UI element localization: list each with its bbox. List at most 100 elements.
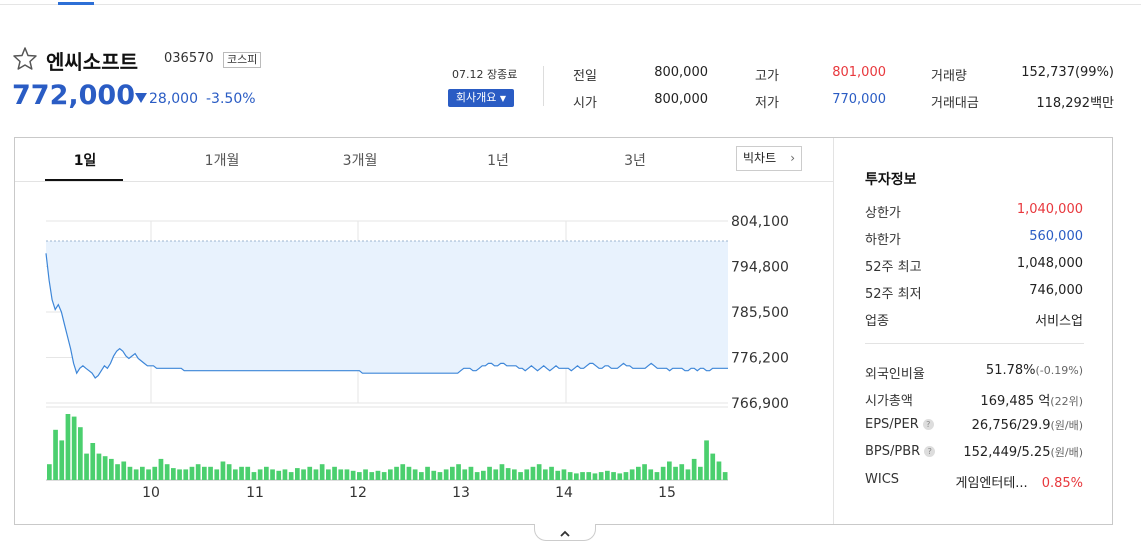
chevron-right-icon: › (790, 151, 795, 165)
tab-1day[interactable]: 1일 (45, 150, 125, 170)
volume-bar (78, 427, 83, 480)
high52-label: 52주 최고 (865, 260, 922, 275)
volume-bar (47, 464, 52, 480)
volume-bar (574, 473, 579, 480)
volume-bar (437, 472, 443, 480)
invest-info-title: 투자정보 (865, 172, 917, 188)
bps-pbr-value: 152,449/5.25(원/배) (963, 444, 1083, 460)
volume-bar (90, 443, 96, 480)
volume-bar (586, 472, 592, 480)
volume-bar (629, 469, 635, 480)
volume-bar (673, 466, 678, 480)
help-icon[interactable]: ? (924, 446, 936, 457)
upper-limit-label: 상한가 (865, 206, 901, 221)
volume-bar (245, 466, 251, 480)
wics-sector[interactable]: 게임엔터테... (955, 476, 1027, 491)
volume-bar (115, 464, 120, 480)
volume-bar (239, 466, 244, 480)
y-tick-label: 794,800 (731, 260, 789, 276)
tab-1month[interactable]: 1개월 (182, 150, 262, 170)
volume-bar (226, 464, 232, 480)
bps-pbr-text: BPS/PBR (865, 444, 921, 459)
open-label: 시가 (573, 96, 597, 111)
prev-close-label: 전일 (573, 69, 597, 84)
volume-bar (282, 469, 288, 480)
volume-bar (592, 473, 598, 480)
foreign-ratio-change: (-0.19%) (1035, 364, 1084, 377)
x-tick-label: 14 (555, 485, 573, 501)
volume-bar (59, 440, 65, 480)
foreign-ratio-label: 외국인비율 (865, 367, 925, 382)
tab-3month[interactable]: 3개월 (320, 150, 400, 170)
y-tick-label: 766,900 (731, 396, 789, 412)
volume-bar (425, 466, 430, 480)
volume-bar (412, 469, 418, 480)
volume-bar (617, 473, 623, 480)
volume-bar (295, 468, 300, 480)
high52-value: 1,048,000 (1016, 256, 1083, 271)
volume-bar (152, 466, 158, 480)
volume-bar (350, 470, 356, 480)
tab-3year[interactable]: 3년 (595, 150, 675, 170)
eps-per-unit: (원/배) (1050, 419, 1083, 432)
volume-bar (536, 464, 542, 480)
favorite-star-icon[interactable] (12, 46, 38, 70)
volume-bar (611, 472, 616, 480)
volume-bar (487, 466, 492, 480)
stock-name: 엔씨소프트 (46, 50, 138, 74)
intraday-chart[interactable]: 804,100 794,800 785,500 776,200 766,900 10 11 1… (15, 181, 833, 506)
volume-bar (567, 472, 573, 480)
market-cap-value: 169,485 억(22위) (980, 390, 1083, 409)
current-price: 772,000 (12, 80, 135, 111)
volume-bar (493, 469, 499, 480)
volume-bar (443, 469, 449, 480)
volume-bar (164, 464, 170, 480)
volume-bar (518, 472, 523, 480)
company-info-label: 회사개요 (455, 91, 497, 104)
volume-bar (685, 469, 691, 480)
volume-bar (381, 472, 387, 480)
trade-amount-label: 거래대금 (931, 96, 979, 111)
chart-period-tabs: 1일 1개월 3개월 1년 3년 (15, 138, 833, 182)
volume-bar (195, 464, 201, 480)
volume-bar (307, 466, 313, 480)
caret-down-icon: ▼ (499, 94, 507, 103)
collapse-toggle[interactable] (534, 524, 596, 541)
volume-bar (96, 453, 102, 480)
volume-bar (326, 469, 331, 480)
company-info-button[interactable]: 회사개요 ▼ (448, 89, 514, 107)
volume-bar (319, 464, 325, 480)
help-icon[interactable]: ? (922, 419, 934, 430)
volume-bar (53, 429, 58, 480)
volume-bar (127, 466, 133, 480)
stock-code: 036570 (164, 51, 214, 66)
volume-bar (344, 469, 350, 480)
lower-limit-value: 560,000 (1029, 229, 1083, 244)
high-label: 고가 (755, 69, 779, 84)
volume-bar (363, 469, 368, 480)
volume-bar (375, 470, 381, 480)
sector-value[interactable]: 서비스업 (1035, 310, 1083, 329)
invest-divider (865, 343, 1084, 344)
volume-bar (71, 416, 77, 480)
volume-bar (189, 466, 195, 480)
volume-bar (220, 461, 226, 480)
volume-bar (462, 469, 468, 480)
volume-bar (121, 461, 127, 480)
volume-bar (301, 469, 306, 480)
header-divider (543, 66, 544, 106)
sector-label: 업종 (865, 314, 889, 329)
market-cap-unit: 억 (1038, 394, 1051, 409)
volume-bar (400, 464, 406, 480)
big-chart-button[interactable]: 빅차트 › (736, 146, 802, 171)
volume-bar (419, 472, 424, 480)
volume-bar (722, 472, 728, 480)
foreign-ratio-value: 51.78%(-0.19%) (986, 363, 1083, 378)
volume-bar (450, 466, 455, 480)
volume-bar (288, 472, 294, 480)
volume-bar (505, 468, 511, 480)
volume-bar (512, 469, 517, 480)
volume-bar (543, 469, 548, 480)
volume-bar (257, 469, 263, 480)
tab-1year[interactable]: 1년 (458, 150, 538, 170)
